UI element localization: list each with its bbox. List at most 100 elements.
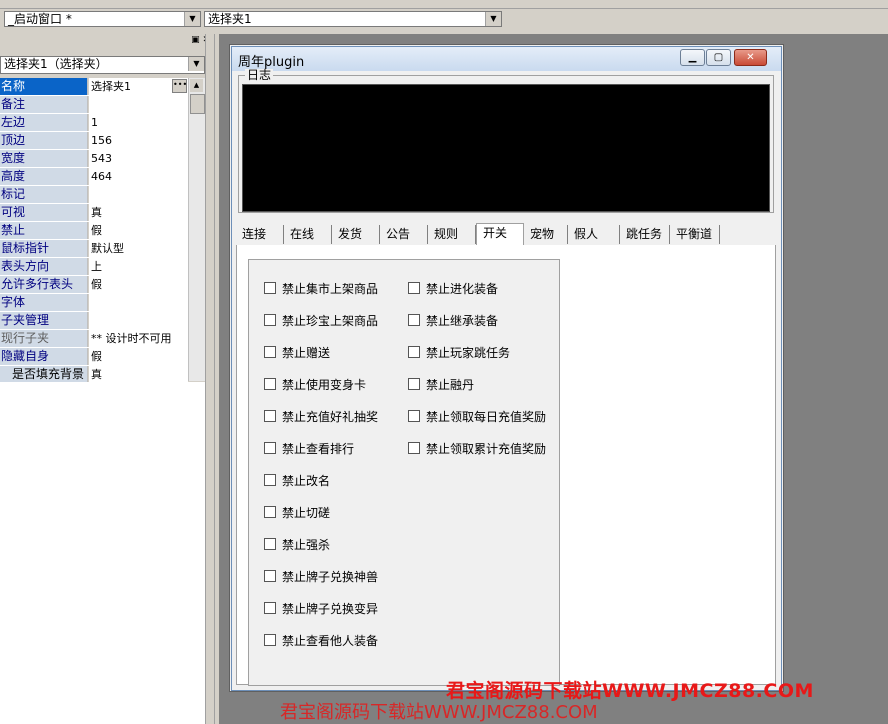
switch-checkbox[interactable]: 禁止查看排行 [264, 442, 354, 456]
checkbox-box[interactable] [408, 314, 420, 326]
property-row[interactable]: 允许多行表头假 [0, 276, 188, 294]
checkbox-box[interactable] [264, 602, 276, 614]
checkbox-box[interactable] [408, 346, 420, 358]
switch-checkbox[interactable]: 禁止使用变身卡 [264, 378, 366, 392]
checkbox-box[interactable] [264, 442, 276, 454]
switch-checkbox[interactable]: 禁止继承装备 [408, 314, 498, 328]
ellipsis-button[interactable]: ••• [172, 79, 187, 93]
tab-item[interactable]: 在线 [284, 225, 332, 244]
property-row[interactable]: 名称 选择夹1 ••• [0, 78, 188, 96]
close-icon[interactable]: ✕ [734, 49, 767, 66]
property-value[interactable]: ** 设计时不可用 [89, 330, 188, 347]
property-row[interactable]: 备注 [0, 96, 188, 114]
checkbox-box[interactable] [264, 346, 276, 358]
property-value[interactable]: 上 [89, 258, 188, 275]
property-grid: 名称 选择夹1 ••• 备注 左边 1 顶边 156 宽度 543 高度 464 标记 可视真禁止假鼠标指… [0, 78, 188, 402]
property-value[interactable]: 真 [89, 204, 188, 221]
property-scrollbar[interactable]: ▲ [188, 78, 205, 381]
scroll-up-icon[interactable]: ▲ [190, 79, 203, 92]
chevron-down-icon[interactable]: ▼ [485, 12, 501, 26]
switch-checkbox[interactable]: 禁止融丹 [408, 378, 474, 392]
switch-checkbox[interactable]: 禁止集市上架商品 [264, 282, 378, 296]
checkbox-box[interactable] [264, 634, 276, 646]
checkbox-box[interactable] [264, 538, 276, 550]
property-row[interactable]: 现行子夹 ** 设计时不可用 [0, 330, 188, 348]
property-value[interactable]: 464 [89, 168, 188, 185]
property-value[interactable]: 假 [89, 222, 188, 239]
switch-checkbox[interactable]: 禁止领取每日充值奖励 [408, 410, 546, 424]
property-value[interactable]: 默认型 [89, 240, 188, 257]
property-row[interactable]: 字体 [0, 294, 188, 312]
tab-item[interactable]: 假人 [568, 225, 620, 244]
chevron-down-icon[interactable]: ▼ [188, 57, 204, 71]
property-row[interactable]: 左边 1 [0, 114, 188, 132]
switch-checkbox[interactable]: 禁止查看他人装备 [264, 634, 378, 648]
property-row[interactable]: 表头方向上 [0, 258, 188, 276]
switch-checkbox[interactable]: 禁止改名 [264, 474, 330, 488]
tab-item[interactable]: 连接 [236, 225, 284, 244]
log-textarea[interactable] [242, 84, 770, 212]
property-row[interactable]: 隐藏自身假 [0, 348, 188, 366]
switch-checkbox[interactable]: 禁止赠送 [264, 346, 330, 360]
checkbox-box[interactable] [408, 378, 420, 390]
checkbox-label: 禁止珍宝上架商品 [282, 314, 379, 328]
tab-item[interactable]: 规则 [428, 225, 476, 244]
checkbox-box[interactable] [408, 442, 420, 454]
checkbox-label: 禁止牌子兑换变异 [282, 602, 379, 616]
object-select[interactable]: 选择夹1（选择夹） ▼ [0, 56, 205, 74]
checkbox-box[interactable] [264, 314, 276, 326]
switch-checkbox[interactable]: 禁止牌子兑换神兽 [264, 570, 378, 584]
property-row[interactable]: 子夹管理 [0, 312, 188, 330]
checkbox-box[interactable] [264, 474, 276, 486]
chevron-down-icon[interactable]: ▼ [184, 12, 200, 26]
property-row[interactable]: 宽度 543 [0, 150, 188, 168]
property-value[interactable]: 真 [89, 366, 188, 383]
checkbox-box[interactable] [264, 378, 276, 390]
minimize-icon[interactable]: ▁ [680, 49, 705, 66]
checkbox-box[interactable] [264, 570, 276, 582]
log-group-label: 日志 [245, 68, 274, 82]
checkbox-box[interactable] [264, 410, 276, 422]
property-value[interactable]: 543 [89, 150, 188, 167]
property-row[interactable]: 可视真 [0, 204, 188, 222]
window-titlebar[interactable]: 周年plugin ▁ ▢ ✕ [232, 47, 781, 71]
property-row[interactable]: 禁止假 [0, 222, 188, 240]
window-select[interactable]: _启动窗口 * ▼ [4, 11, 201, 27]
property-row[interactable]: 高度 464 [0, 168, 188, 186]
checkbox-box[interactable] [408, 410, 420, 422]
property-row[interactable]: 标记 [0, 186, 188, 204]
designed-window[interactable]: 周年plugin ▁ ▢ ✕ 日志 连接 在线 发货 公告 规则 开关 宠物 假人 跳任务 平衡道… [231, 46, 782, 691]
panel-splitter[interactable] [205, 34, 215, 724]
checkbox-box[interactable] [264, 506, 276, 518]
property-value[interactable]: 假 [89, 276, 188, 293]
switch-checkbox[interactable]: 禁止玩家跳任务 [408, 346, 510, 360]
switch-checkbox[interactable]: 禁止牌子兑换变异 [264, 602, 378, 616]
switch-checkbox[interactable]: 禁止充值好礼抽奖 [264, 410, 378, 424]
checkbox-box[interactable] [408, 282, 420, 294]
switch-checkbox[interactable]: 禁止进化装备 [408, 282, 498, 296]
switch-checkbox[interactable]: 禁止切磋 [264, 506, 330, 520]
property-row[interactable]: 鼠标指针 默认型 [0, 240, 188, 258]
property-value[interactable]: 1 [89, 114, 188, 131]
switch-checkbox[interactable]: 禁止强杀 [264, 538, 330, 552]
switch-checkbox[interactable]: 禁止珍宝上架商品 [264, 314, 378, 328]
property-value[interactable]: 156 [89, 132, 188, 149]
property-value[interactable] [89, 186, 188, 203]
switch-checkbox[interactable]: 禁止领取累计充值奖励 [408, 442, 546, 456]
control-select[interactable]: 选择夹1 ▼ [204, 11, 502, 27]
checkbox-label: 禁止充值好礼抽奖 [282, 410, 379, 424]
property-value[interactable] [89, 96, 188, 113]
tab-item[interactable]: 宠物 [524, 225, 568, 244]
tab-item[interactable]: 公告 [380, 225, 428, 244]
property-value[interactable]: 假 [89, 348, 188, 365]
maximize-icon[interactable]: ▢ [706, 49, 731, 66]
property-value[interactable] [89, 312, 188, 329]
property-value[interactable] [89, 294, 188, 311]
tab-item[interactable]: 开关 [476, 223, 524, 245]
scroll-thumb[interactable] [190, 94, 205, 114]
tab-item[interactable]: 跳任务 [620, 225, 670, 244]
tab-item[interactable]: 发货 [332, 225, 380, 244]
tab-item[interactable]: 平衡道 [670, 225, 720, 244]
property-row[interactable]: 顶边 156 [0, 132, 188, 150]
checkbox-box[interactable] [264, 282, 276, 294]
